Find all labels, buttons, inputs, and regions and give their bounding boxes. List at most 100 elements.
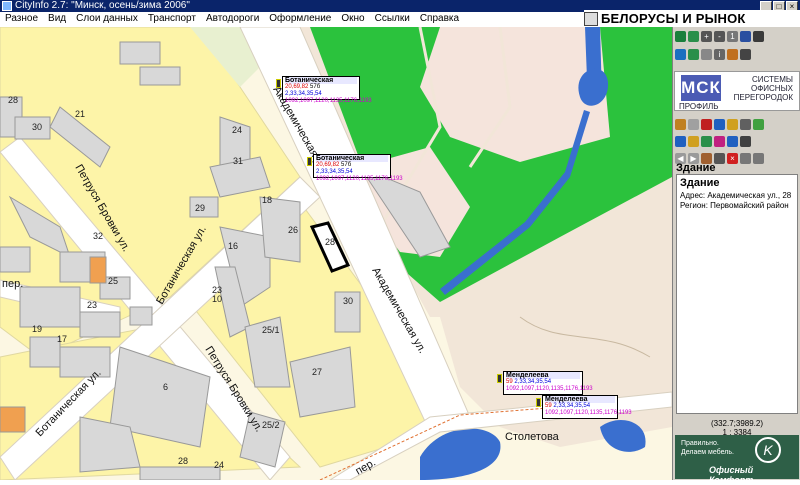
coordinates: (332.7;3989.2) <box>710 419 764 428</box>
ad-line: Делаем мебель. <box>681 449 734 456</box>
bus-stop-icon <box>307 157 312 166</box>
ad-line: Правильно. <box>681 440 719 447</box>
info-panel: Здание Адрес: Академическая ул., 28 Реги… <box>676 174 798 414</box>
bus-stop-popup[interactable]: Ботаническая 20,69,82 57б 2,33,34,35,54 … <box>276 76 372 104</box>
building-number: 18 <box>262 195 272 205</box>
building-number: 25/2 <box>262 420 280 430</box>
tab-route-icon[interactable] <box>714 136 725 147</box>
stop-routes-magenta: 1092,1097,1120,1135,1176,1193 <box>506 386 593 392</box>
building-number: 30 <box>343 296 353 306</box>
menu-links[interactable]: Ссылки <box>370 12 415 26</box>
building-number: 10 <box>212 294 222 304</box>
check-icon[interactable] <box>753 119 764 130</box>
menu-design[interactable]: Оформление <box>264 12 336 26</box>
app-icon <box>2 1 12 11</box>
stop-routes-blue: 2,33,34,35,54 <box>285 91 322 97</box>
side-panel: + - 1 i МСК СИСТЕМЫ ОФИСНЫХ ПЕРЕГОРОДОК … <box>672 27 800 485</box>
globe-icon[interactable] <box>675 31 686 42</box>
ad-brand: Офисный Комфорт <box>709 465 754 485</box>
refresh-icon[interactable] <box>688 31 699 42</box>
building-number: 29 <box>195 203 205 213</box>
toolbar-row-3 <box>675 117 799 132</box>
layers-icon[interactable] <box>740 31 751 42</box>
msk-logo: МСК <box>681 75 721 101</box>
menu-window[interactable]: Окно <box>336 12 369 26</box>
building-number: 30 <box>32 122 42 132</box>
tab-bus-icon[interactable] <box>727 136 738 147</box>
building-number: 16 <box>228 241 238 251</box>
tab-search-icon[interactable] <box>688 136 699 147</box>
bus-stop-icon <box>536 398 541 407</box>
building-number: 6 <box>163 382 168 392</box>
stop-name: Ботаническая <box>285 77 357 84</box>
stop-routes-blue: 2,33,34,35,54 <box>553 403 591 409</box>
office-comfort-ad[interactable]: Правильно. Делаем мебель. K Офисный Комф… <box>675 435 799 485</box>
banner-line: СИСТЕМЫ <box>751 75 793 84</box>
map-view[interactable]: Академическая ул. Академическая ул. Петр… <box>0 27 672 480</box>
bus-stop-icon <box>497 374 502 383</box>
stop-routes-magenta: 1092,1097,1120,1135,1176,1193 <box>545 410 632 416</box>
pointer-icon[interactable] <box>675 49 686 60</box>
stop-name: Менделеева <box>506 372 580 379</box>
menu-bar: Разное Вид Слои данных Транспорт Автодор… <box>0 12 584 26</box>
scale-1m-icon[interactable]: 1 <box>727 31 738 42</box>
zoom-out-icon[interactable]: - <box>714 31 725 42</box>
brand-banner[interactable]: БЕЛОРУСЫ И РЫНОК <box>584 10 800 27</box>
menu-help[interactable]: Справка <box>415 12 464 26</box>
stop-routes-magenta: 1092,1097,1120,1135,1176,1193 <box>316 176 403 182</box>
bus-stop-icon <box>276 79 281 88</box>
stop-routes-red: 20,69,82 <box>316 162 340 168</box>
building-number: 21 <box>75 109 85 119</box>
window-icon[interactable] <box>740 49 751 60</box>
ruler-icon[interactable] <box>701 49 712 60</box>
building-number: 28 <box>8 95 18 105</box>
tab-links-icon[interactable] <box>740 136 751 147</box>
building-number: 26 <box>288 225 298 235</box>
toolbar-row-4 <box>675 134 799 149</box>
stop-name: Менделеева <box>545 396 615 403</box>
menu-view[interactable]: Вид <box>43 12 71 26</box>
menu-roads[interactable]: Автодороги <box>201 12 264 26</box>
bus-stop-popup[interactable]: Менделеева 59 2,33,34,35,54 1092,1097,11… <box>536 395 632 419</box>
bus-stop-popup[interactable]: Ботаническая 20,69,82 57б 2,33,34,35,54 … <box>307 154 403 182</box>
building-number: 28 <box>325 237 335 247</box>
ad-logo-icon: K <box>755 437 781 463</box>
bus-stop-popup[interactable]: Менделеева 59 2,33,34,35,54 1092,1097,11… <box>497 371 593 395</box>
stop-routes-blue: 2,33,34,35,54 <box>514 379 552 385</box>
flag-icon[interactable] <box>701 119 712 130</box>
msk-banner[interactable]: МСК СИСТЕМЫ ОФИСНЫХ ПЕРЕГОРОДОК ПРОФИЛЬ <box>674 71 800 111</box>
zoom-in-icon[interactable]: + <box>701 31 712 42</box>
filter-icon[interactable] <box>714 119 725 130</box>
stop-routes-black: 57б <box>341 162 352 168</box>
building-number: 25 <box>108 276 118 286</box>
info-region: Регион: Первомайский район <box>680 201 789 210</box>
toolbar-row-2: i <box>675 47 799 62</box>
building-number: 31 <box>233 156 243 166</box>
menu-misc[interactable]: Разное <box>0 12 43 26</box>
banner-line: ПЕРЕГОРОДОК <box>733 93 793 102</box>
pan-icon[interactable] <box>688 49 699 60</box>
street-label: Столетова <box>505 431 560 443</box>
building-number: 24 <box>214 460 224 470</box>
toolbar-row-1: + - 1 <box>675 29 799 44</box>
info-icon[interactable]: i <box>714 49 725 60</box>
stop-routes-black: 57б <box>310 84 321 90</box>
grid-icon[interactable] <box>740 119 751 130</box>
building-number: 28 <box>178 456 188 466</box>
tab-info-icon[interactable] <box>675 136 686 147</box>
building-number: 32 <box>93 231 103 241</box>
window-title: CityInfo 2.7: "Минск, осень/зима 2006" <box>15 0 190 11</box>
bus-icon[interactable] <box>727 49 738 60</box>
marker-icon[interactable] <box>675 119 686 130</box>
star-icon[interactable] <box>727 119 738 130</box>
banner-line: ПРОФИЛЬ <box>679 102 719 111</box>
menu-transport[interactable]: Транспорт <box>143 12 201 26</box>
menu-layers[interactable]: Слои данных <box>71 12 143 26</box>
building-number: 27 <box>312 367 322 377</box>
print-icon[interactable] <box>753 31 764 42</box>
building-number: 24 <box>232 125 242 135</box>
cursor-icon[interactable] <box>688 119 699 130</box>
stop-routes-blue: 2,33,34,35,54 <box>316 169 353 175</box>
building-number: 17 <box>57 334 67 344</box>
tab-map-icon[interactable] <box>701 136 712 147</box>
